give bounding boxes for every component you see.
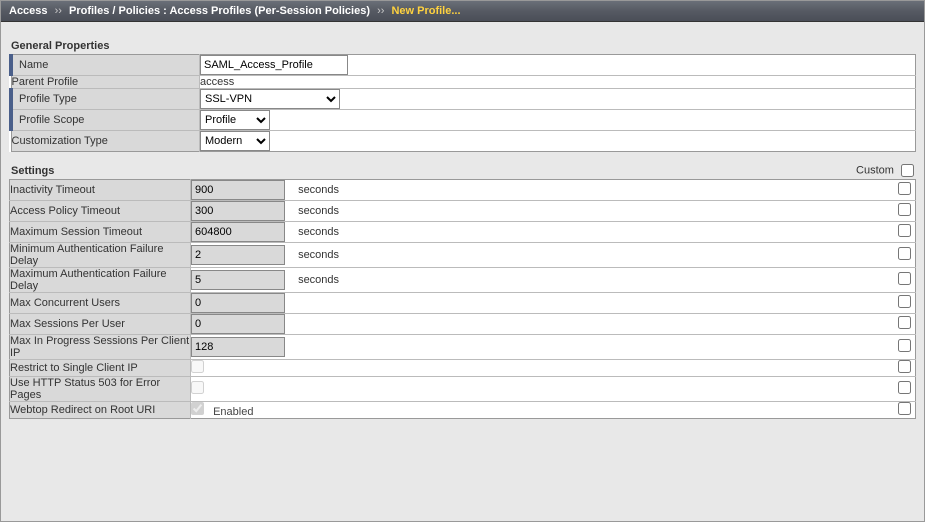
max-auth-fail-delay-input[interactable]: [191, 270, 285, 290]
restrict-single-ip-checkbox[interactable]: [191, 360, 204, 373]
max-sessions-per-user-custom-checkbox[interactable]: [898, 316, 911, 329]
access-policy-timeout-unit: seconds: [298, 205, 339, 217]
general-properties-table: Name Parent Profile access Profile Type …: [9, 54, 916, 152]
parent-profile-label: Parent Profile: [11, 76, 200, 89]
http-503-label: Use HTTP Status 503 for Error Pages: [10, 377, 191, 402]
max-session-timeout-custom-checkbox[interactable]: [898, 224, 911, 237]
inactivity-timeout-unit: seconds: [298, 184, 339, 196]
min-auth-fail-delay-custom-checkbox[interactable]: [898, 247, 911, 260]
access-policy-timeout-custom-checkbox[interactable]: [898, 203, 911, 216]
settings-title: Settings: [11, 165, 54, 177]
name-input[interactable]: [200, 55, 348, 75]
inactivity-timeout-label: Inactivity Timeout: [10, 180, 191, 201]
http-503-checkbox[interactable]: [191, 381, 204, 394]
max-inprogress-sessions-input[interactable]: [191, 337, 285, 357]
max-session-timeout-label: Maximum Session Timeout: [10, 222, 191, 243]
max-inprogress-sessions-custom-checkbox[interactable]: [898, 339, 911, 352]
max-concurrent-users-custom-checkbox[interactable]: [898, 295, 911, 308]
custom-label: Custom: [856, 164, 894, 176]
name-label: Name: [11, 55, 200, 76]
webtop-redirect-custom-checkbox[interactable]: [898, 402, 911, 415]
customization-type-select[interactable]: Modern: [200, 131, 270, 151]
http-503-custom-checkbox[interactable]: [898, 381, 911, 394]
parent-profile-value: access: [200, 76, 916, 89]
max-auth-fail-delay-unit: seconds: [298, 274, 339, 286]
max-session-timeout-unit: seconds: [298, 226, 339, 238]
max-session-timeout-input[interactable]: [191, 222, 285, 242]
inactivity-timeout-custom-checkbox[interactable]: [898, 182, 911, 195]
restrict-single-ip-label: Restrict to Single Client IP: [10, 360, 191, 377]
profile-type-select[interactable]: SSL-VPN: [200, 89, 340, 109]
breadcrumb-sep: ››: [51, 5, 66, 17]
breadcrumb-root[interactable]: Access: [9, 5, 48, 17]
min-auth-fail-delay-unit: seconds: [298, 249, 339, 261]
breadcrumb-path[interactable]: Profiles / Policies : Access Profiles (P…: [69, 5, 370, 17]
profile-scope-label: Profile Scope: [11, 110, 200, 131]
custom-all-checkbox[interactable]: [901, 164, 914, 177]
access-policy-timeout-label: Access Policy Timeout: [10, 201, 191, 222]
max-concurrent-users-input[interactable]: [191, 293, 285, 313]
max-inprogress-sessions-label: Max In Progress Sessions Per Client IP: [10, 335, 191, 360]
max-sessions-per-user-label: Max Sessions Per User: [10, 314, 191, 335]
max-sessions-per-user-input[interactable]: [191, 314, 285, 334]
webtop-redirect-checkbox[interactable]: [191, 402, 204, 415]
general-properties-title: General Properties: [11, 40, 916, 52]
max-auth-fail-delay-custom-checkbox[interactable]: [898, 272, 911, 285]
profile-type-label: Profile Type: [11, 89, 200, 110]
max-auth-fail-delay-label: Maximum Authentication Failure Delay: [10, 268, 191, 293]
profile-scope-select[interactable]: Profile: [200, 110, 270, 130]
breadcrumb-current: New Profile...: [391, 5, 460, 17]
access-policy-timeout-input[interactable]: [191, 201, 285, 221]
customization-type-label: Customization Type: [11, 131, 200, 152]
max-concurrent-users-label: Max Concurrent Users: [10, 293, 191, 314]
min-auth-fail-delay-label: Minimum Authentication Failure Delay: [10, 243, 191, 268]
webtop-redirect-enabled-text: Enabled: [213, 406, 253, 418]
restrict-single-ip-custom-checkbox[interactable]: [898, 360, 911, 373]
breadcrumb-sep: ››: [373, 5, 388, 17]
settings-table: Inactivity Timeout seconds Access Policy…: [9, 179, 916, 419]
webtop-redirect-label: Webtop Redirect on Root URI: [10, 402, 191, 419]
min-auth-fail-delay-input[interactable]: [191, 245, 285, 265]
breadcrumb: Access ›› Profiles / Policies : Access P…: [1, 1, 924, 22]
inactivity-timeout-input[interactable]: [191, 180, 285, 200]
